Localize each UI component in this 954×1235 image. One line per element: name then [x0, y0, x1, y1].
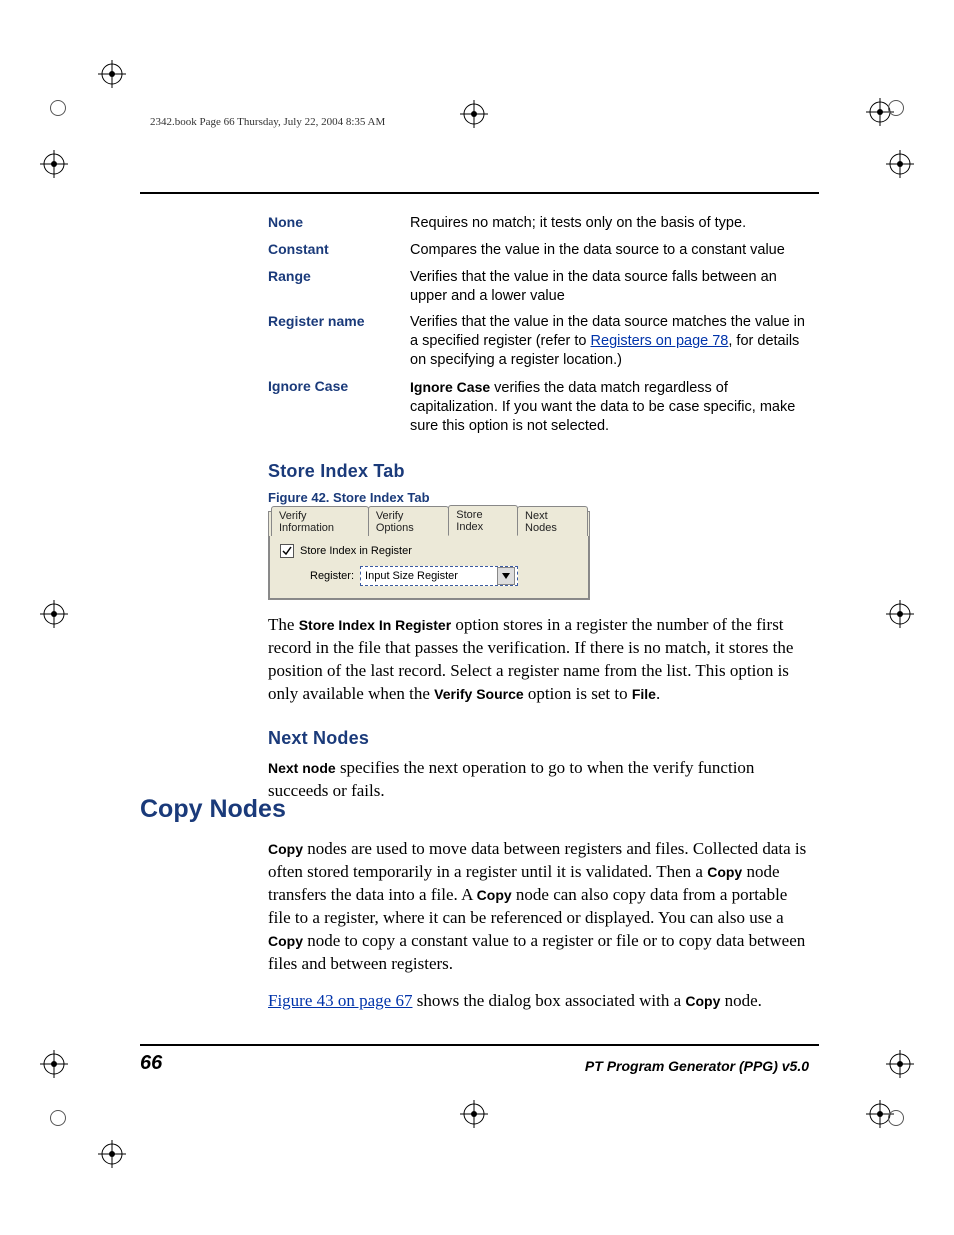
para-copy-nodes: Copy nodes are used to move data between…	[268, 838, 809, 976]
tab-verify-information[interactable]: Verify Information	[271, 506, 369, 536]
definitions-table: None Requires no match; it tests only on…	[268, 210, 809, 439]
table-row: Register name Verifies that the value in…	[268, 309, 809, 374]
table-row: None Requires no match; it tests only on…	[268, 210, 809, 237]
desc-register-name: Verifies that the value in the data sour…	[410, 309, 809, 374]
chevron-down-icon[interactable]	[497, 567, 515, 585]
term-ignore-case: Ignore Case	[268, 374, 410, 440]
ring-icon	[50, 1110, 66, 1126]
ring-icon	[50, 100, 66, 116]
desc-range: Verifies that the value in the data sour…	[410, 264, 809, 310]
registration-mark-icon	[40, 600, 68, 628]
page-header-line: 2342.book Page 66 Thursday, July 22, 200…	[150, 116, 385, 128]
table-row: Ignore Case Ignore Case verifies the dat…	[268, 374, 809, 440]
ring-icon	[888, 1110, 904, 1126]
registration-mark-icon	[98, 60, 126, 88]
store-index-checkbox[interactable]	[280, 544, 294, 558]
tab-verify-options[interactable]: Verify Options	[368, 506, 449, 536]
table-row: Constant Compares the value in the data …	[268, 237, 809, 264]
registration-mark-icon	[886, 150, 914, 178]
para-figure-ref: Figure 43 on page 67 shows the dialog bo…	[268, 990, 809, 1013]
para-store-index: The Store Index In Register option store…	[268, 614, 809, 706]
para-next-nodes: Next node specifies the next operation t…	[268, 757, 809, 803]
registration-mark-icon	[460, 100, 488, 128]
register-combo-value: Input Size Register	[365, 570, 458, 582]
ring-icon	[888, 100, 904, 116]
page-number: 66	[140, 1052, 162, 1075]
desc-ignore-case: Ignore Case verifies the data match rega…	[410, 374, 809, 440]
desc-constant: Compares the value in the data source to…	[410, 237, 809, 264]
table-row: Range Verifies that the value in the dat…	[268, 264, 809, 310]
header-rule	[140, 192, 819, 194]
term-none: None	[268, 210, 410, 237]
figure-caption: Figure 42. Store Index Tab	[268, 490, 809, 505]
footer-rule	[140, 1044, 819, 1046]
desc-none: Requires no match; it tests only on the …	[410, 210, 809, 237]
registration-mark-icon	[460, 1100, 488, 1128]
check-icon	[282, 546, 292, 556]
tab-next-nodes[interactable]: Next Nodes	[517, 506, 588, 536]
register-combo[interactable]: Input Size Register	[360, 566, 518, 586]
registration-mark-icon	[40, 1050, 68, 1078]
register-label: Register:	[310, 570, 354, 582]
tab-strip: Verify Information Verify Options Store …	[269, 512, 589, 536]
term-register-name: Register name	[268, 309, 410, 374]
term-constant: Constant	[268, 237, 410, 264]
heading-next-nodes: Next Nodes	[268, 728, 809, 749]
registers-link[interactable]: Registers on page 78	[591, 333, 729, 349]
heading-store-index-tab: Store Index Tab	[268, 461, 809, 482]
screenshot-store-index: Verify Information Verify Options Store …	[268, 511, 590, 600]
registration-mark-icon	[886, 600, 914, 628]
registration-mark-icon	[886, 1050, 914, 1078]
term-range: Range	[268, 264, 410, 310]
registration-mark-icon	[98, 1140, 126, 1168]
figure-43-link[interactable]: Figure 43 on page 67	[268, 991, 412, 1010]
heading-copy-nodes: Copy Nodes	[140, 795, 286, 824]
registration-mark-icon	[40, 150, 68, 178]
tab-store-index[interactable]: Store Index	[448, 505, 518, 536]
footer-title: PT Program Generator (PPG) v5.0	[585, 1058, 809, 1074]
store-index-checkbox-label: Store Index in Register	[300, 545, 412, 557]
